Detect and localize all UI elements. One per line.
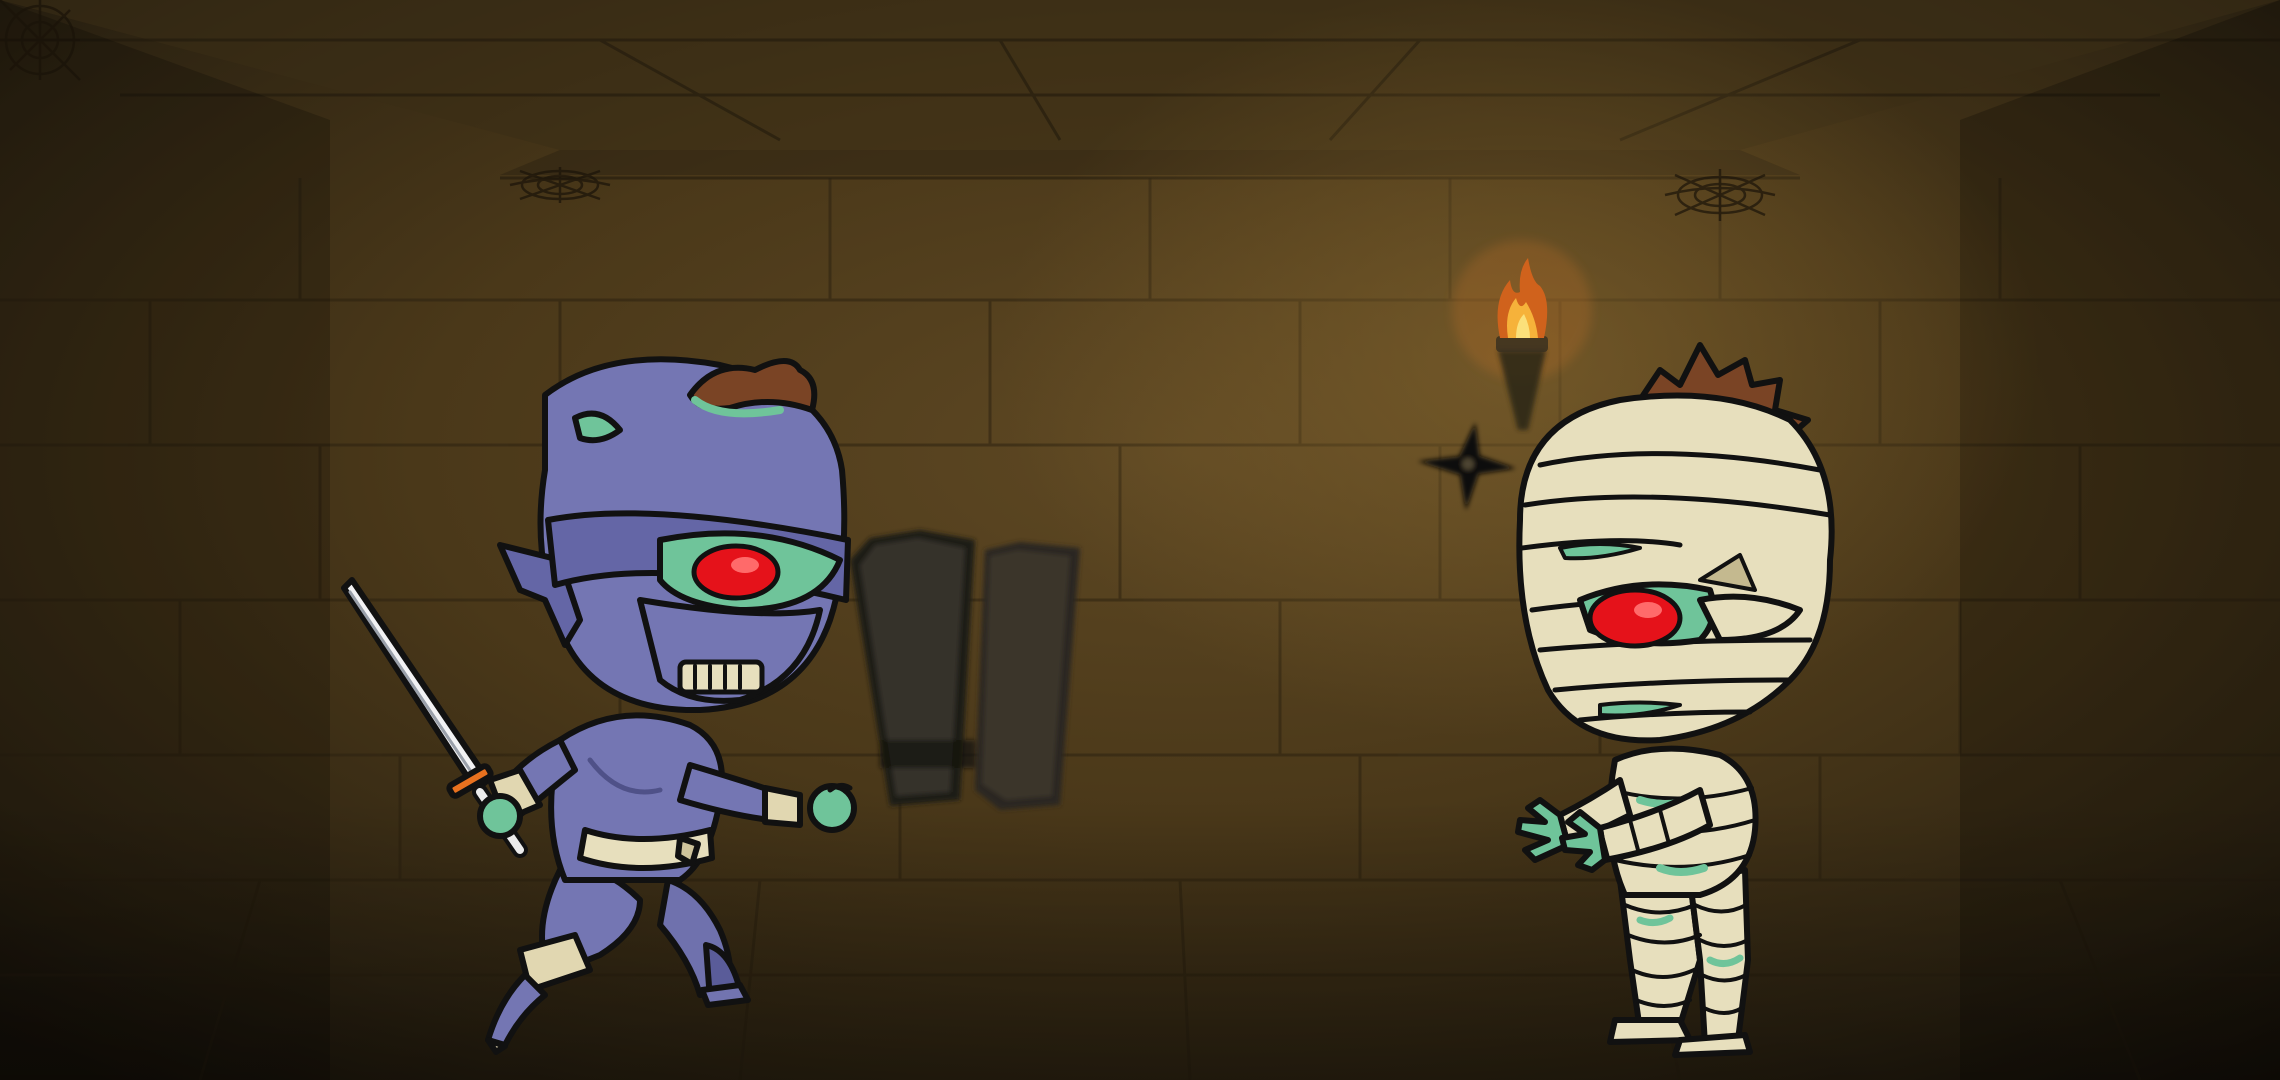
coffin-pair (850, 530, 1080, 810)
game-scene (0, 0, 2280, 1080)
tomb-wall-background (0, 0, 2280, 1080)
